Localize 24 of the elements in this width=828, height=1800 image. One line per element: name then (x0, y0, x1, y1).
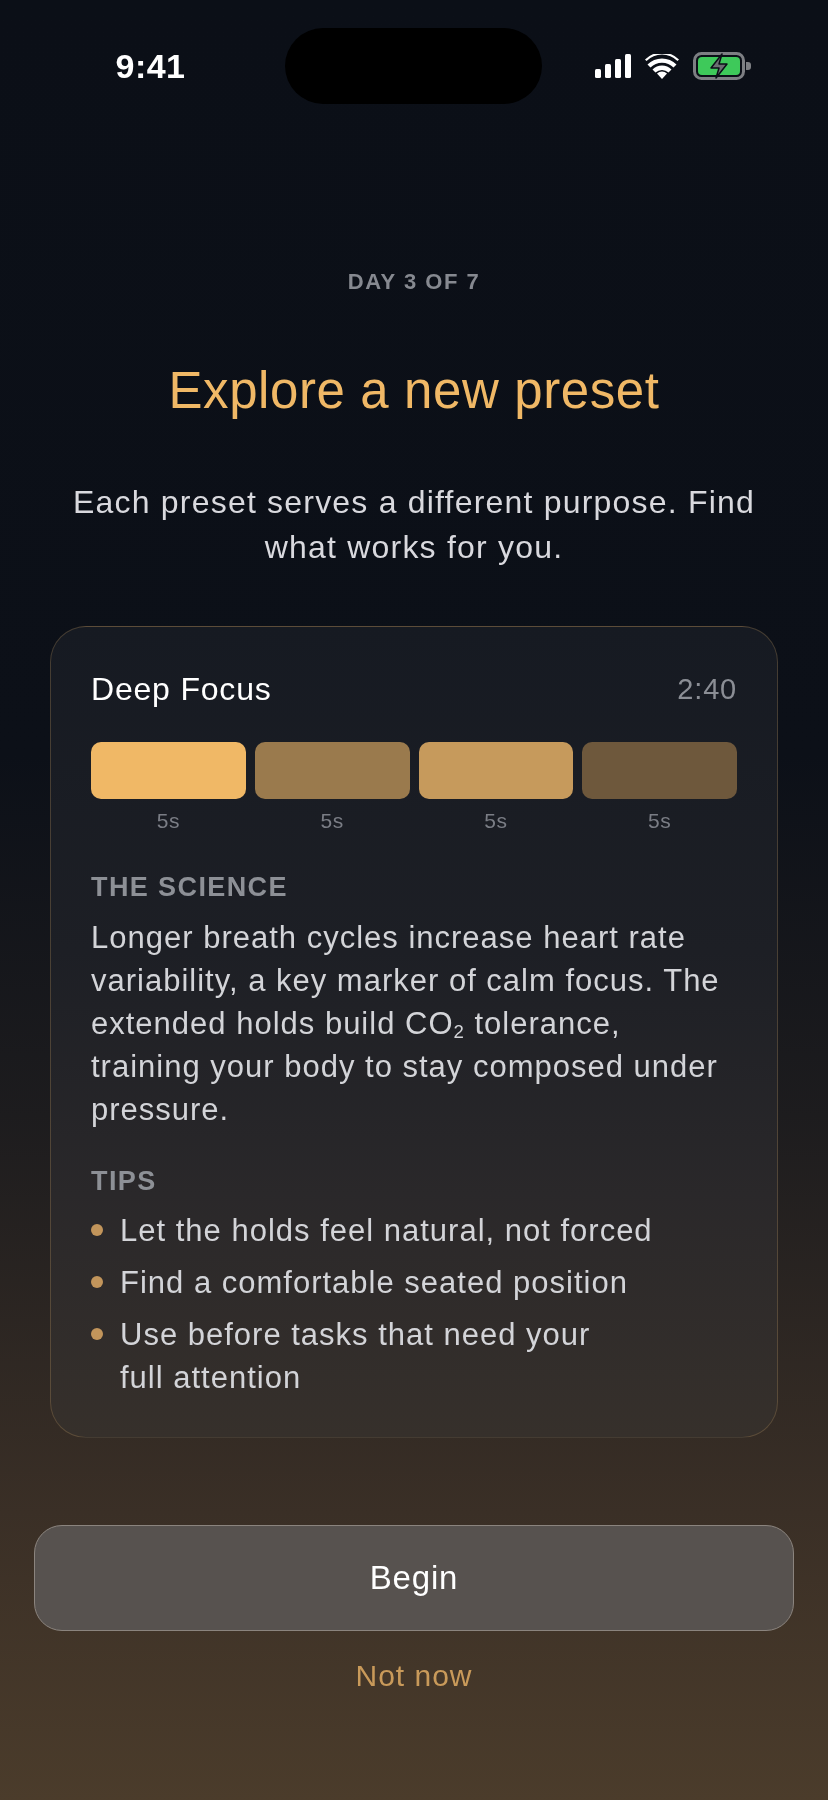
bullet-icon (91, 1328, 103, 1340)
page-subtitle: Each preset serves a different purpose. Find what works for you. (72, 483, 756, 567)
phase-duration: 5s (648, 808, 672, 834)
wifi-icon (645, 53, 679, 79)
section-heading: THE SCIENCE (91, 871, 289, 904)
tip-text: Find a comfortable seated position (120, 1264, 628, 1302)
bullet-icon (91, 1276, 103, 1288)
bullet-icon (91, 1224, 103, 1236)
section-heading: TIPS (91, 1165, 158, 1198)
not-now-link[interactable]: Not now (355, 1658, 473, 1694)
science-text: Longer breath cycles increase heart rate variability, a key marker of calm focus. The extended holds build CO$_{2}$ tolerance, training your body to stay composed under pressure. (91, 919, 721, 1129)
signal-icon (595, 54, 631, 78)
begin-button[interactable]: Begin (34, 1525, 794, 1631)
phase-duration: 5s (484, 808, 508, 834)
tip-text: Use before tasks that need your full attention (120, 1316, 592, 1397)
phase-duration: 5s (156, 808, 180, 834)
day-counter: DAY 3 OF 7 (347, 268, 481, 296)
battery-charging-icon (693, 52, 751, 80)
preset-name: Deep Focus (91, 670, 272, 709)
page-title: Explore a new preset (168, 361, 660, 421)
preset-duration: 2:40 (677, 672, 737, 707)
phase-duration: 5s (320, 808, 344, 834)
tip-text: Let the holds feel natural, not forced (120, 1212, 653, 1250)
status-time: 9:41 (115, 46, 186, 86)
